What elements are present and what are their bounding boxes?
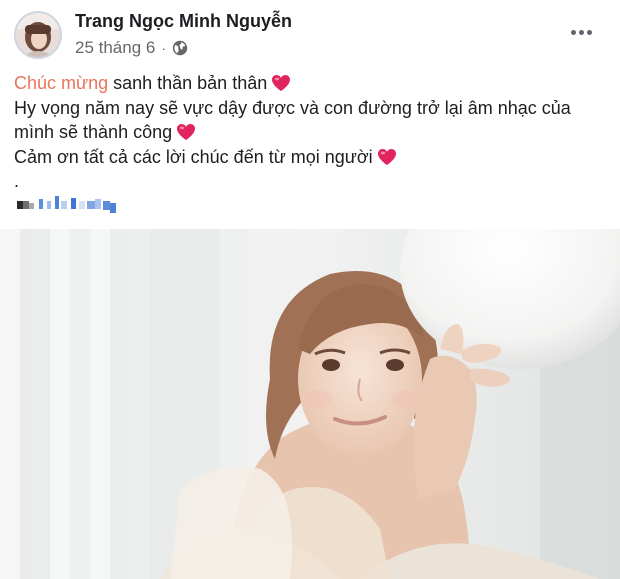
more-dot [578,29,584,35]
post-line-3: mình sẽ thành công [14,120,609,145]
post-date[interactable]: 25 tháng 6 [75,38,155,58]
more-dot [570,29,576,35]
post-meta: 25 tháng 6 · [75,38,188,58]
facebook-post: Trang Ngọc Minh Nguyễn 25 tháng 6 · Chúc… [0,0,620,579]
red-heart-icon [177,124,196,140]
post-line-1: Chúc mừng sanh thần bản thân [14,71,609,96]
more-options-icon[interactable] [566,20,596,44]
post-header: Trang Ngọc Minh Nguyễn 25 tháng 6 · [0,0,620,66]
more-dot [586,29,592,35]
post-line-5: . [14,171,20,191]
avatar-photo [16,13,60,57]
post-text: Chúc mừng sanh thần bản thân Hy vọng năm… [14,71,609,194]
author-name[interactable]: Trang Ngọc Minh Nguyễn [75,11,292,32]
post-photo[interactable] [0,229,620,579]
meta-separator: · [161,40,167,56]
red-heart-icon [377,148,396,165]
portrait-illustration [0,229,620,579]
highlighted-text[interactable]: Chúc mừng [14,73,108,93]
post-text-fragment: sanh thần bản thân [108,73,268,93]
author-avatar[interactable] [14,11,62,59]
blurred-hashtags [17,196,116,213]
post-line-4: Cảm ơn tất cả các lời chúc đến từ mọi ng… [14,145,609,170]
post-line-2: Hy vọng năm nay sẽ vực dậy được và con đ… [14,97,571,118]
red-heart-icon [272,75,291,91]
globe-icon[interactable] [172,40,188,56]
post-text-fragment: Cảm ơn tất cả các lời chúc đến từ mọi ng… [14,146,373,167]
post-text-fragment: mình sẽ thành công [14,122,173,142]
